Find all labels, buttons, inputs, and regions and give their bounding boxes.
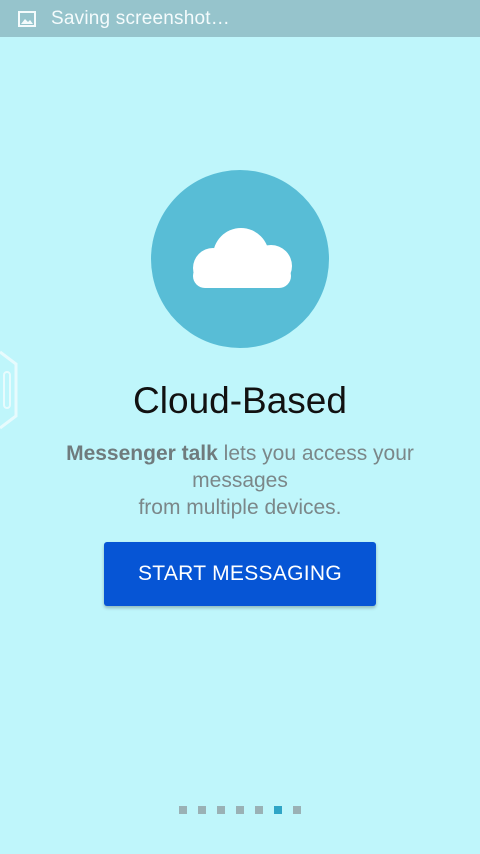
page-dot [293,806,301,814]
cloud-icon [185,224,295,295]
description-line-1: Messenger talk lets you access your [40,440,440,467]
page-dot [198,806,206,814]
description-line-2: messages [192,469,288,492]
start-messaging-button[interactable]: START MESSAGING [104,542,376,606]
feature-description: Messenger talk lets you access your mess… [40,440,440,521]
description-line-1-text: lets you access your [217,442,414,465]
page-dot [217,806,225,814]
brand-name: Messenger talk [66,442,218,465]
cloud-illustration [151,170,329,348]
status-bar: Saving screenshot… [0,0,480,37]
page-title: Cloud-Based [133,380,347,421]
page-indicator [0,806,480,814]
page-dot [179,806,187,814]
image-icon [17,10,37,28]
page-dot [255,806,263,814]
page-dot [236,806,244,814]
status-text: Saving screenshot… [51,7,230,29]
page-dot-active [274,806,282,814]
description-line-3: from multiple devices. [138,496,342,519]
